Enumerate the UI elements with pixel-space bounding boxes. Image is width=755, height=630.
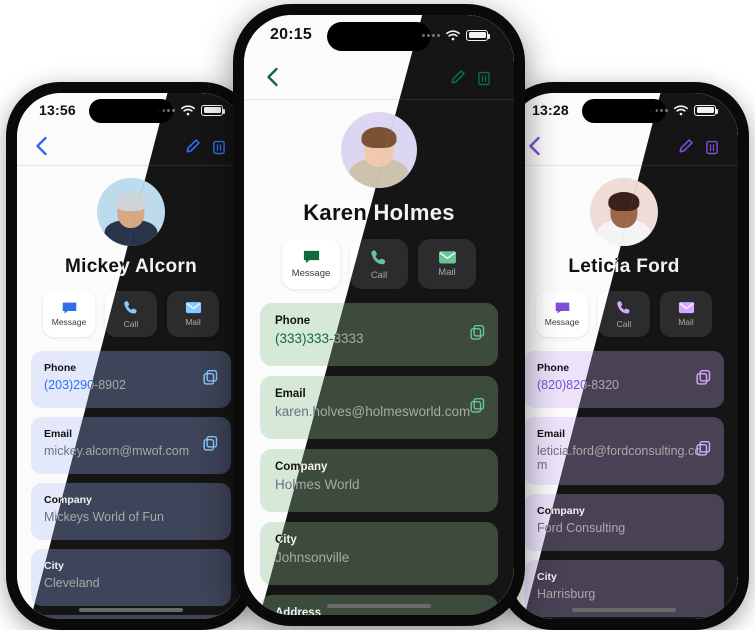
field-label: City: [275, 534, 297, 546]
cellular-dots-icon: [422, 33, 440, 37]
home-indicator: [572, 608, 676, 612]
mail-button[interactable]: Mail: [167, 291, 219, 337]
three-phone-mockup: 13:56 Mickey Alcorn Message Call: [0, 0, 755, 630]
field-value: Mickeys World of Fun: [44, 510, 164, 524]
phone-screen: 13:28 Leticia Ford Message Call M: [510, 93, 738, 619]
call-label: Call: [370, 269, 388, 281]
battery-icon: [694, 104, 718, 116]
home-indicator: [79, 608, 183, 612]
message-label: Message: [291, 267, 331, 279]
dynamic-island: [582, 99, 666, 123]
dynamic-island: [89, 99, 173, 123]
detail-row[interactable]: City Cleveland: [31, 549, 231, 606]
mail-label: Mail: [185, 317, 201, 328]
message-button[interactable]: Message: [43, 291, 95, 337]
chevron-left-icon[interactable]: [35, 136, 48, 156]
copy-icon[interactable]: [470, 397, 485, 418]
mail-button[interactable]: Mail: [418, 239, 476, 289]
detail-row[interactable]: Company Ford Consulting: [524, 494, 724, 551]
phone-right: 13:28 Leticia Ford Message Call M: [499, 82, 749, 630]
field-value: Ford Consulting: [537, 521, 626, 535]
field-label: City: [44, 560, 64, 572]
copy-icon[interactable]: [696, 440, 711, 462]
copy-icon[interactable]: [203, 435, 218, 456]
mail-label: Mail: [438, 267, 456, 279]
field-value: Cleveland: [44, 576, 100, 590]
mail-button[interactable]: Mail: [660, 291, 712, 337]
chevron-left-icon[interactable]: [266, 67, 279, 87]
wifi-icon: [181, 104, 195, 116]
message-button[interactable]: Message: [282, 239, 340, 289]
home-indicator: [327, 604, 431, 608]
message-label: Message: [51, 317, 87, 328]
battery-icon: [466, 29, 490, 41]
detail-row[interactable]: City Johnsonville: [260, 522, 498, 585]
field-value: Johnsonville: [275, 550, 350, 565]
field-label: Company: [44, 494, 92, 506]
message-button[interactable]: Message: [536, 291, 588, 337]
pencil-icon[interactable]: [184, 138, 201, 155]
phone-screen: 20:15 Karen Holmes Message Call M: [244, 15, 514, 615]
phone-middle: 20:15 Karen Holmes Message Call M: [233, 4, 525, 626]
message-label: Message: [544, 317, 580, 328]
pencil-icon[interactable]: [677, 138, 694, 155]
copy-icon[interactable]: [470, 324, 485, 345]
call-label: Call: [123, 319, 139, 329]
status-time: 20:15: [270, 26, 312, 43]
field-value: Harrisburg: [537, 587, 596, 601]
detail-row[interactable]: Address 436 1st Ave.: [31, 615, 231, 619]
wifi-icon: [674, 104, 688, 116]
wifi-icon: [446, 29, 460, 41]
battery-icon: [201, 104, 225, 116]
field-label: Address: [275, 607, 322, 615]
status-time: 13:56: [39, 102, 76, 118]
pencil-icon[interactable]: [449, 69, 466, 86]
trash-icon[interactable]: [476, 69, 492, 86]
trash-icon[interactable]: [211, 138, 227, 155]
phone-screen: 13:56 Mickey Alcorn Message Call: [17, 93, 245, 619]
status-time: 13:28: [532, 102, 569, 118]
field-label: City: [537, 571, 557, 583]
copy-icon[interactable]: [696, 369, 711, 390]
mail-label: Mail: [678, 317, 694, 328]
call-label: Call: [616, 319, 632, 329]
field-label: Company: [275, 461, 328, 473]
phone-left: 13:56 Mickey Alcorn Message Call: [6, 82, 256, 630]
copy-icon[interactable]: [203, 369, 218, 390]
chevron-left-icon[interactable]: [528, 136, 541, 156]
field-value: Holmes World: [275, 477, 360, 492]
trash-icon[interactable]: [704, 138, 720, 155]
field-label: Company: [537, 505, 585, 517]
